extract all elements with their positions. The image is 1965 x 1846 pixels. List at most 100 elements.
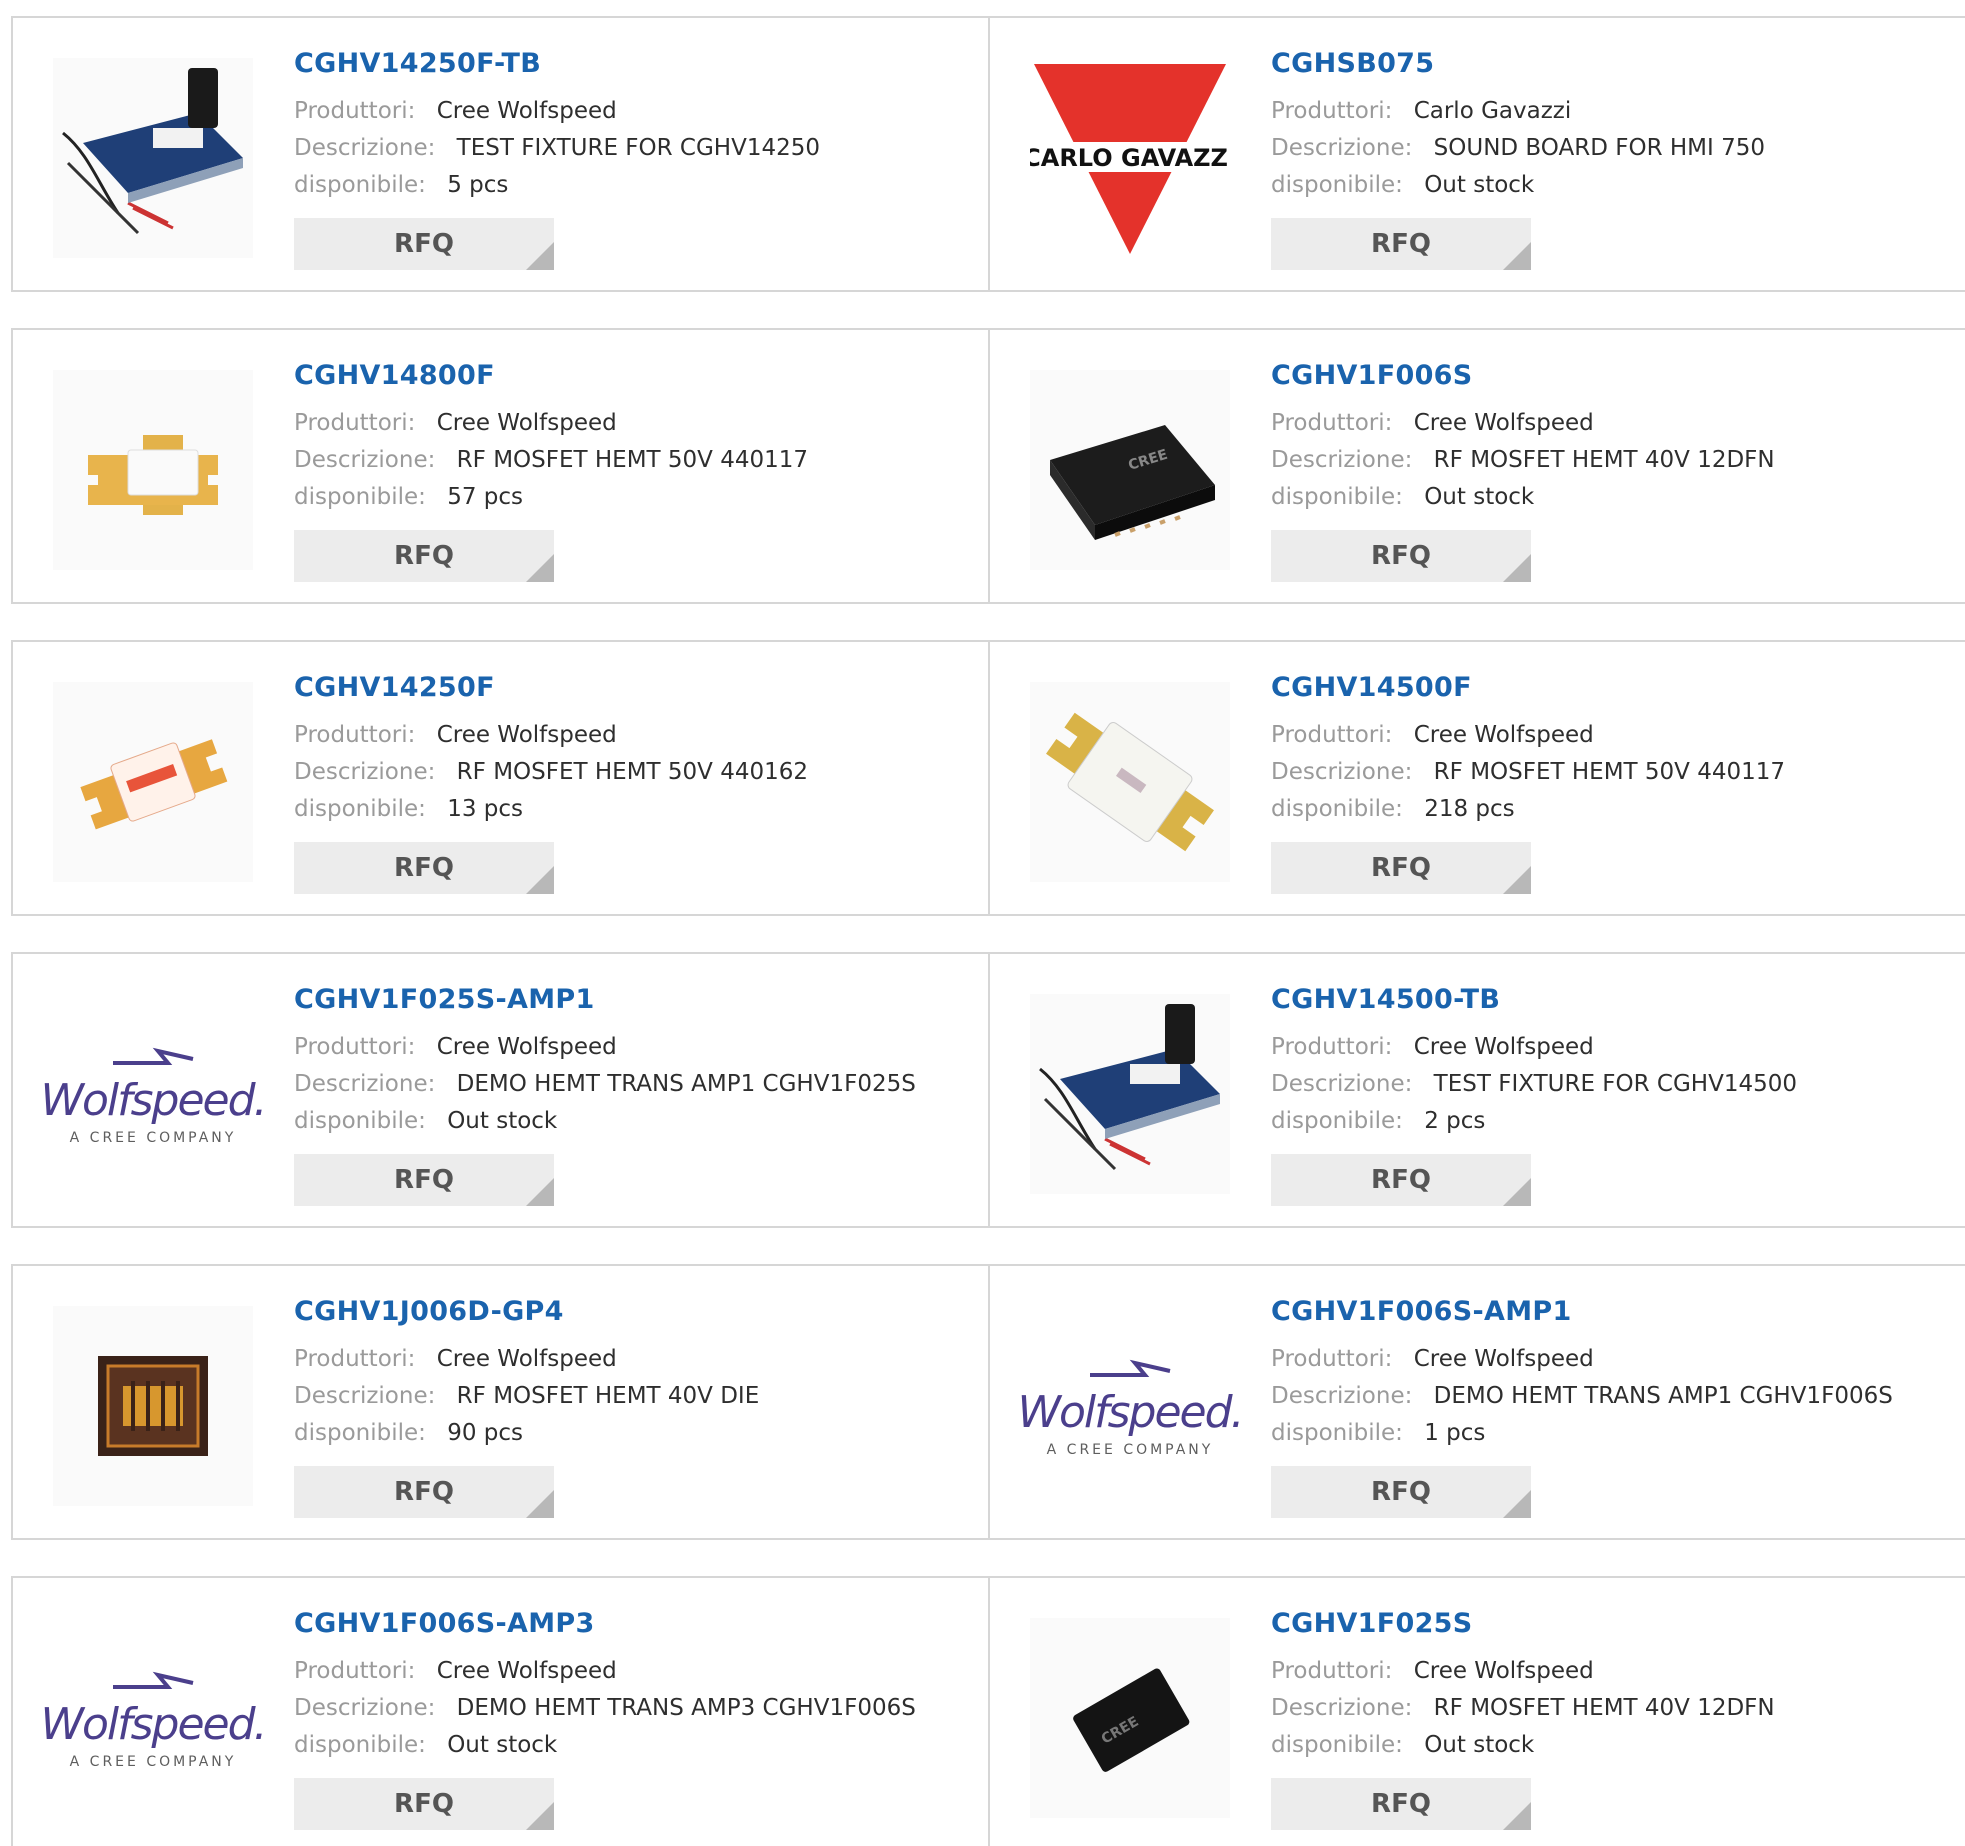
rfq-button[interactable]: RFQ — [294, 1466, 554, 1518]
manufacturer-label: Produttori: — [1271, 722, 1393, 748]
rfq-button[interactable]: RFQ — [294, 842, 554, 894]
availability-label: disponibile: — [1271, 1108, 1403, 1134]
part-number-link[interactable]: CGHV1F006S-AMP1 — [1271, 1296, 1572, 1327]
product-image[interactable]: Wolfspeed. A CREE COMPANY — [40, 994, 268, 1194]
wolfspeed-logo: Wolfspeed. A CREE COMPANY — [40, 1667, 268, 1770]
product-image[interactable]: Wolfspeed. A CREE COMPANY — [1017, 1306, 1245, 1506]
rfq-button[interactable]: RFQ — [1271, 218, 1531, 270]
product-card: CARLO GAVAZZI CGHSB075 Produttori: Carlo… — [988, 16, 1965, 292]
description-label: Descrizione: — [294, 759, 436, 785]
manufacturer-value: Carlo Gavazzi — [1413, 98, 1572, 124]
description-value: SOUND BOARD FOR HMI 750 — [1433, 135, 1766, 161]
product-image[interactable]: CARLO GAVAZZI — [1030, 58, 1230, 258]
product-card: CREE CGHV1F006S Produttori: Cree Wolfspe… — [988, 328, 1965, 604]
part-number-link[interactable]: CGHV14250F-TB — [294, 48, 541, 79]
part-number-link[interactable]: CGHV14800F — [294, 360, 495, 391]
availability-row: disponibile: 13 pcs — [294, 796, 523, 822]
product-image[interactable]: CREE — [1030, 370, 1230, 570]
manufacturer-value: Cree Wolfspeed — [1413, 722, 1594, 748]
manufacturer-label: Produttori: — [294, 1346, 416, 1372]
product-card: Wolfspeed. A CREE COMPANY CGHV1F006S-AMP… — [11, 1576, 990, 1846]
product-image[interactable]: CREE — [1030, 1618, 1230, 1818]
rfq-button[interactable]: RFQ — [294, 1154, 554, 1206]
manufacturer-row: Produttori: Cree Wolfspeed — [294, 1346, 617, 1372]
product-image[interactable] — [53, 370, 253, 570]
availability-value: Out stock — [1424, 1732, 1535, 1758]
rfq-button[interactable]: RFQ — [1271, 1778, 1531, 1830]
manufacturer-label: Produttori: — [294, 410, 416, 436]
description-row: Descrizione: TEST FIXTURE FOR CGHV14500 — [1271, 1071, 1797, 1097]
description-value: DEMO HEMT TRANS AMP1 CGHV1F006S — [1433, 1383, 1893, 1409]
product-image[interactable] — [1030, 994, 1230, 1194]
availability-value: Out stock — [1424, 172, 1535, 198]
manufacturer-row: Produttori: Cree Wolfspeed — [294, 1658, 617, 1684]
wolfspeed-logo: Wolfspeed. A CREE COMPANY — [40, 1043, 268, 1146]
part-number-link[interactable]: CGHV1J006D-GP4 — [294, 1296, 564, 1327]
availability-label: disponibile: — [294, 1420, 426, 1446]
part-number-link[interactable]: CGHV1F025S-AMP1 — [294, 984, 595, 1015]
rfq-button[interactable]: RFQ — [294, 1778, 554, 1830]
description-label: Descrizione: — [294, 1695, 436, 1721]
description-value: RF MOSFET HEMT 50V 440117 — [456, 447, 809, 473]
product-image[interactable] — [53, 682, 253, 882]
availability-value: Out stock — [447, 1732, 558, 1758]
part-number-link[interactable]: CGHV14250F — [294, 672, 495, 703]
description-label: Descrizione: — [1271, 759, 1413, 785]
part-number-link[interactable]: CGHV1F025S — [1271, 1608, 1473, 1639]
manufacturer-row: Produttori: Cree Wolfspeed — [1271, 722, 1594, 748]
availability-value: Out stock — [447, 1108, 558, 1134]
manufacturer-row: Produttori: Cree Wolfspeed — [1271, 1658, 1594, 1684]
description-row: Descrizione: TEST FIXTURE FOR CGHV14250 — [294, 135, 820, 161]
wolfspeed-logo-subtext: A CREE COMPANY — [1046, 1441, 1214, 1458]
product-grid: CGHV14250F-TB Produttori: Cree Wolfspeed… — [0, 0, 1965, 1846]
description-value: TEST FIXTURE FOR CGHV14500 — [1433, 1071, 1797, 1097]
part-number-link[interactable]: CGHSB075 — [1271, 48, 1434, 79]
availability-value: 13 pcs — [447, 796, 524, 822]
description-value: RF MOSFET HEMT 40V DIE — [456, 1383, 760, 1409]
manufacturer-value: Cree Wolfspeed — [1413, 1346, 1594, 1372]
product-card: Wolfspeed. A CREE COMPANY CGHV1F006S-AMP… — [988, 1264, 1965, 1540]
availability-label: disponibile: — [294, 796, 426, 822]
manufacturer-value: Cree Wolfspeed — [1413, 1034, 1594, 1060]
availability-label: disponibile: — [1271, 172, 1403, 198]
manufacturer-label: Produttori: — [1271, 1034, 1393, 1060]
description-row: Descrizione: RF MOSFET HEMT 50V 440117 — [1271, 759, 1785, 785]
product-image[interactable] — [1030, 682, 1230, 882]
part-number-link[interactable]: CGHV14500F — [1271, 672, 1472, 703]
rfq-button[interactable]: RFQ — [1271, 1154, 1531, 1206]
availability-value: 2 pcs — [1424, 1108, 1486, 1134]
part-number-link[interactable]: CGHV1F006S — [1271, 360, 1473, 391]
part-number-link[interactable]: CGHV14500-TB — [1271, 984, 1500, 1015]
wolfspeed-logo-text: Wolfspeed. — [40, 1074, 267, 1126]
rfq-button[interactable]: RFQ — [1271, 530, 1531, 582]
part-number-link[interactable]: CGHV1F006S-AMP3 — [294, 1608, 595, 1639]
rfq-button[interactable]: RFQ — [1271, 842, 1531, 894]
availability-row: disponibile: Out stock — [1271, 1732, 1534, 1758]
manufacturer-value: Cree Wolfspeed — [436, 722, 617, 748]
wolfspeed-logo: Wolfspeed. A CREE COMPANY — [1017, 1355, 1245, 1458]
description-value: DEMO HEMT TRANS AMP1 CGHV1F025S — [456, 1071, 916, 1097]
description-row: Descrizione: SOUND BOARD FOR HMI 750 — [1271, 135, 1765, 161]
manufacturer-row: Produttori: Cree Wolfspeed — [294, 722, 617, 748]
description-value: DEMO HEMT TRANS AMP3 CGHV1F006S — [456, 1695, 916, 1721]
manufacturer-row: Produttori: Carlo Gavazzi — [1271, 98, 1571, 124]
manufacturer-value: Cree Wolfspeed — [436, 1658, 617, 1684]
product-image[interactable]: Wolfspeed. A CREE COMPANY — [40, 1618, 268, 1818]
rfq-button[interactable]: RFQ — [294, 218, 554, 270]
rfq-button[interactable]: RFQ — [294, 530, 554, 582]
product-image[interactable] — [53, 58, 253, 258]
manufacturer-row: Produttori: Cree Wolfspeed — [1271, 1034, 1594, 1060]
description-label: Descrizione: — [294, 447, 436, 473]
availability-label: disponibile: — [294, 1732, 426, 1758]
manufacturer-row: Produttori: Cree Wolfspeed — [294, 410, 617, 436]
manufacturer-label: Produttori: — [1271, 1658, 1393, 1684]
rfq-button[interactable]: RFQ — [1271, 1466, 1531, 1518]
product-card: CREE CGHV1F025S Produttori: Cree Wolfspe… — [988, 1576, 1965, 1846]
wolfspeed-logo-text: Wolfspeed. — [1017, 1386, 1244, 1438]
description-value: TEST FIXTURE FOR CGHV14250 — [456, 135, 820, 161]
product-card: CGHV14800F Produttori: Cree Wolfspeed De… — [11, 328, 990, 604]
availability-label: disponibile: — [294, 1108, 426, 1134]
product-image[interactable] — [53, 1306, 253, 1506]
manufacturer-label: Produttori: — [1271, 98, 1393, 124]
manufacturer-label: Produttori: — [294, 722, 416, 748]
